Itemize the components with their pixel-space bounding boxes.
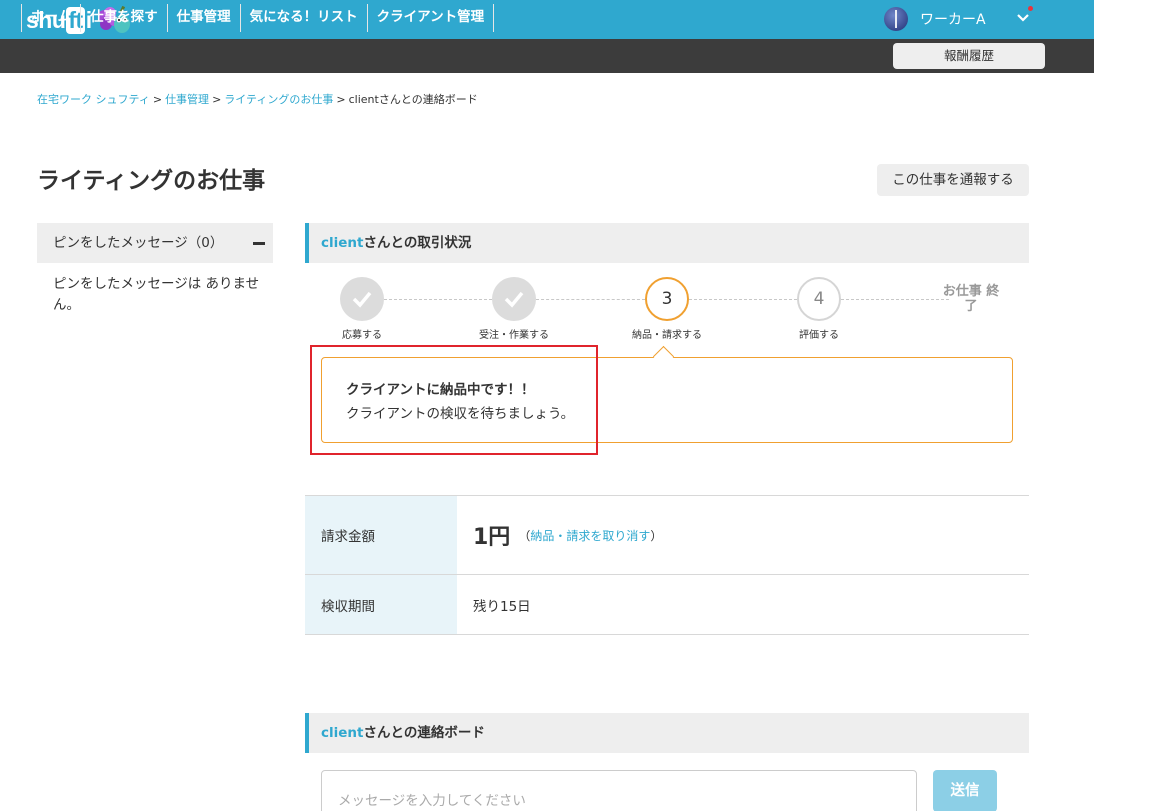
inspection-period-label: 検収期間 xyxy=(305,575,457,634)
user-name: ワーカーA xyxy=(920,12,986,28)
step-label: 受注・作業する xyxy=(479,330,549,341)
message-input[interactable]: メッセージを入力してください xyxy=(321,770,917,811)
table-row: 検収期間 残り15日 xyxy=(305,575,1029,635)
step-label: 評価する xyxy=(799,330,839,341)
breadcrumb: 在宅ワーク シュフティ > 仕事管理 > ライティングのお仕事 > clientさんとの連絡… xyxy=(37,91,478,107)
breadcrumb-link-job-management[interactable]: 仕事管理 xyxy=(165,93,209,106)
notification-dot xyxy=(1028,6,1033,11)
step-apply xyxy=(340,277,384,321)
nav-item-find-job[interactable]: 仕事を探す xyxy=(81,4,168,32)
cancel-delivery-link[interactable]: 納品・請求を取り消す xyxy=(530,527,650,544)
nav-item-client-management[interactable]: クライアント管理 xyxy=(368,4,495,32)
check-icon xyxy=(352,291,372,308)
breadcrumb-separator: > xyxy=(152,93,163,106)
breadcrumb-separator: > xyxy=(212,93,222,106)
breadcrumb-current: clientさんとの連絡ボード xyxy=(348,93,478,106)
step-connector xyxy=(536,299,645,300)
message-board-header: clientさんとの連絡ボード xyxy=(305,713,1029,753)
paren-close: ） xyxy=(650,528,663,543)
step-accept-work xyxy=(492,277,536,321)
inspection-period-value: 残り15日 xyxy=(473,598,531,615)
table-row: 請求金額 1円 （納品・請求を取り消す） xyxy=(305,496,1029,575)
client-name: client xyxy=(321,725,364,741)
step-connector xyxy=(689,299,797,300)
invoice-amount-cell: 1円 （納品・請求を取り消す） xyxy=(457,496,1029,574)
invoice-table: 請求金額 1円 （納品・請求を取り消す） 検収期間 残り15日 xyxy=(305,495,1029,635)
invoice-amount-label: 請求金額 xyxy=(305,496,457,574)
user-menu[interactable]: ワーカーA xyxy=(884,6,986,32)
avatar xyxy=(884,7,908,31)
breadcrumb-link-job[interactable]: ライティングのお仕事 xyxy=(224,93,333,106)
board-header-suffix: さんとの連絡ボード xyxy=(363,725,485,741)
report-job-button[interactable]: この仕事を通報する xyxy=(877,164,1029,196)
page-title: ライティングのお仕事 xyxy=(37,168,266,194)
send-button[interactable]: 送信 xyxy=(933,770,997,811)
invoice-amount: 1円 xyxy=(473,525,511,550)
highlight-box xyxy=(310,345,598,455)
nav-item-favorites[interactable]: 気になる！リスト xyxy=(241,4,368,32)
step-connector xyxy=(841,299,949,300)
step-connector xyxy=(384,299,492,300)
chevron-down-icon[interactable] xyxy=(1016,11,1030,25)
pinned-messages-empty-text: ピンをしたメッセージは ありません。 xyxy=(53,276,260,313)
collapse-minus-icon[interactable] xyxy=(253,242,265,245)
breadcrumb-separator: > xyxy=(336,93,346,106)
pinned-messages-header[interactable]: ピンをしたメッセージ（0） xyxy=(37,223,273,263)
payment-history-button[interactable]: 報酬履歴 xyxy=(893,43,1045,69)
step-review: 4 xyxy=(797,277,841,321)
nav-items: ホーム 仕事を探す 仕事管理 気になる！リスト クライアント管理 xyxy=(21,4,495,32)
step-label: 応募する xyxy=(342,330,382,341)
step-job-complete: お仕事 終了 xyxy=(942,284,1000,314)
paren-open: （ xyxy=(518,528,531,543)
breadcrumb-link-top[interactable]: 在宅ワーク シュフティ xyxy=(37,93,150,106)
transaction-status-header: clientさんとの取引状況 xyxy=(305,223,1029,263)
nav-item-job-management[interactable]: 仕事管理 xyxy=(168,4,241,32)
status-header-suffix: さんとの取引状況 xyxy=(363,235,472,251)
nav-item-home[interactable]: ホーム xyxy=(22,4,82,32)
client-name: client xyxy=(321,235,364,251)
step-deliver-invoice: 3 xyxy=(645,277,689,321)
step-label: 納品・請求する xyxy=(632,330,702,341)
check-icon xyxy=(504,291,524,308)
